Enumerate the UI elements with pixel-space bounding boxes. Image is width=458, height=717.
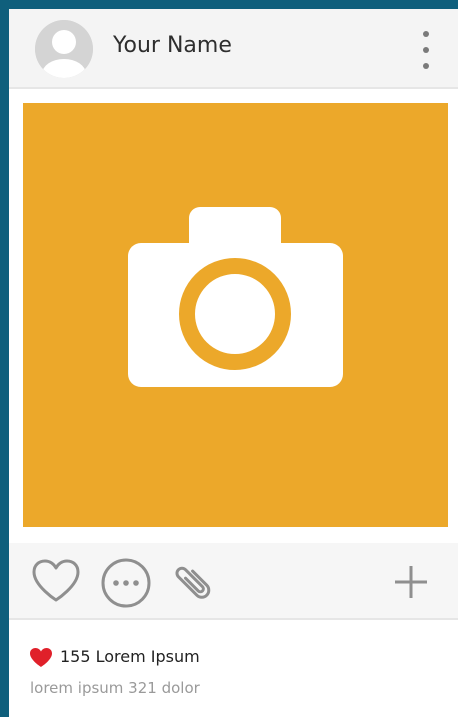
user-name[interactable]: Your Name — [113, 33, 232, 58]
action-bar — [9, 543, 458, 620]
post-image[interactable] — [23, 103, 448, 527]
like-button[interactable] — [31, 558, 81, 604]
more-options-button[interactable] — [412, 29, 440, 71]
plus-icon — [395, 566, 427, 598]
attach-button[interactable] — [170, 555, 218, 607]
avatar[interactable] — [35, 20, 93, 78]
likes-count[interactable]: 155 Lorem Ipsum — [60, 647, 200, 666]
post-card: Your Name 155 Lorem Ipsum lorem ipsum 32… — [9, 9, 458, 717]
heart-outline-icon — [32, 559, 80, 602]
add-button[interactable] — [393, 564, 429, 600]
camera-icon — [128, 207, 343, 387]
comment-icon — [101, 558, 151, 608]
heart-filled-icon — [30, 648, 52, 667]
comment-button[interactable] — [100, 557, 152, 609]
user-avatar-icon — [35, 20, 93, 78]
post-caption: lorem ipsum 321 dolor — [30, 679, 200, 697]
paperclip-icon — [175, 566, 211, 599]
post-header: Your Name — [9, 9, 458, 89]
